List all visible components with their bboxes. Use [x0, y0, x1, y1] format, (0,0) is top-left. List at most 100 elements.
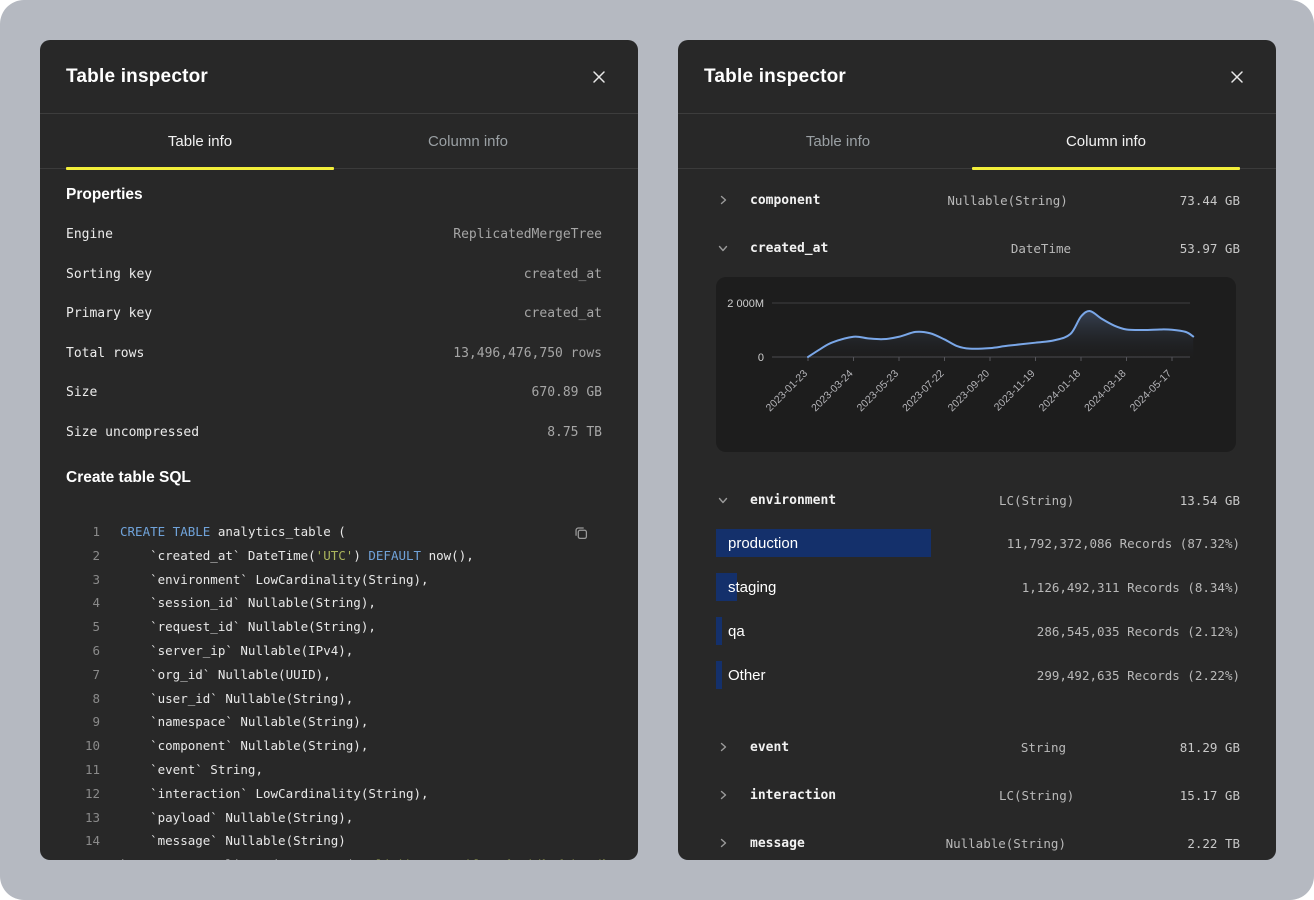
chart-x-tick-label: 2023-11-19 [992, 368, 1038, 414]
column-row-environment[interactable]: environmentLC(String)13.54 GB [678, 476, 1276, 524]
chevron-right-icon [718, 742, 750, 752]
tab-table-info[interactable]: Table info [704, 114, 972, 168]
property-value: created_at [524, 306, 602, 321]
sql-code-text: `namespace` Nullable(String), [120, 710, 368, 734]
column-size: 13.54 GB [1074, 493, 1240, 508]
env-value-label: qa [728, 623, 1037, 640]
column-row-interaction[interactable]: interactionLC(String)15.17 GB [678, 771, 1276, 819]
sql-line: 9 `namespace` Nullable(String), [66, 710, 602, 734]
column-rows: componentNullable(String)73.44 GBcreated… [678, 169, 1276, 860]
table-inspector-modal-column-info: Table inspector Table info Column info c… [678, 40, 1276, 860]
chart-x-tick-label: 2023-05-23 [855, 368, 902, 415]
column-row-event[interactable]: eventString81.29 GB [678, 723, 1276, 771]
column-size: 15.17 GB [1074, 788, 1240, 803]
tab-column-info[interactable]: Column info [972, 114, 1240, 168]
sql-token: `org_id` Nullable(UUID), [120, 667, 331, 682]
sql-code-lines: 1CREATE TABLE analytics_table (2 `create… [66, 520, 602, 860]
sql-code-text: `interaction` LowCardinality(String), [120, 782, 429, 806]
chevron-right-icon [718, 195, 750, 205]
sql-token: = ReplicatedMergeTree( [180, 857, 353, 860]
property-row: Primary keycreated_at [66, 294, 602, 334]
sql-code-text: `request_id` Nullable(String), [120, 615, 376, 639]
modal-title: Table inspector [66, 66, 208, 88]
chart-y-tick-label: 2 000M [727, 298, 764, 310]
env-value-bar [716, 617, 722, 645]
sql-token: `event` String, [120, 762, 263, 777]
sql-token: '/clickhouse/tables/{uuid}/{shard}' [353, 857, 616, 860]
sql-token: `interaction` LowCardinality(String), [120, 786, 429, 801]
line-number: 9 [66, 710, 100, 734]
column-type: LC(String) [836, 788, 1074, 803]
column-type: Nullable(String) [816, 836, 1066, 851]
sql-line: 5 `request_id` Nullable(String), [66, 615, 602, 639]
tab-bar: Table info Column info [40, 114, 638, 169]
property-value: ReplicatedMergeTree [453, 227, 602, 242]
line-number: 13 [66, 806, 100, 830]
line-number: 2 [66, 544, 100, 568]
line-number: 1 [66, 520, 100, 544]
sql-line: 11 `event` String, [66, 758, 602, 782]
sql-token: `server_ip` Nullable(IPv4), [120, 643, 353, 658]
chevron-down-icon [718, 495, 750, 505]
chevron-right-icon [718, 790, 750, 800]
sql-token: `namespace` Nullable(String), [120, 714, 368, 729]
tab-label: Table info [168, 133, 232, 150]
sql-code-text: ) ENGINE = ReplicatedMergeTree('/clickho… [120, 853, 624, 860]
sql-token: , [617, 857, 625, 860]
property-value: 670.89 GB [532, 385, 602, 400]
env-value-label: production [728, 535, 1007, 552]
close-button[interactable] [588, 66, 610, 88]
env-value-records: 286,545,035 Records (2.12%) [1037, 624, 1240, 639]
column-size: 81.29 GB [1066, 740, 1240, 755]
sql-token: DEFAULT [368, 548, 421, 563]
create-table-sql-heading: Create table SQL [66, 458, 602, 498]
env-value-row: qa286,545,035 Records (2.12%) [716, 617, 1240, 645]
chart-x-tick-label: 2023-03-24 [809, 368, 856, 415]
sql-line: 3 `environment` LowCardinality(String), [66, 568, 602, 592]
property-value: 8.75 TB [547, 425, 602, 440]
column-row-created_at[interactable]: created_atDateTime53.97 GB [678, 224, 1276, 272]
property-row: Size670.89 GB [66, 373, 602, 413]
modal-title: Table inspector [704, 66, 846, 88]
tab-column-info[interactable]: Column info [334, 114, 602, 168]
sql-code-text: `event` String, [120, 758, 263, 782]
sql-line: 14 `message` Nullable(String) [66, 829, 602, 853]
chart-x-tick-label: 2024-01-18 [1037, 368, 1084, 415]
tab-label: Column info [428, 133, 508, 150]
env-value-records: 11,792,372,086 Records (87.32%) [1007, 536, 1240, 551]
line-number: 5 [66, 615, 100, 639]
env-value-records: 299,492,635 Records (2.22%) [1037, 668, 1240, 683]
chart-x-tick-label: 2023-09-20 [946, 368, 993, 415]
chart-x-tick-label: 2024-05-17 [1128, 368, 1175, 415]
sql-code-text: `payload` Nullable(String), [120, 806, 353, 830]
sql-line: 4 `session_id` Nullable(String), [66, 591, 602, 615]
column-row-message[interactable]: messageNullable(String)2.22 TB [678, 819, 1276, 860]
property-row: Sorting keycreated_at [66, 255, 602, 295]
modal-header: Table inspector [40, 40, 638, 114]
sql-token: `session_id` Nullable(String), [120, 595, 376, 610]
env-value-row: Other299,492,635 Records (2.22%) [716, 661, 1240, 689]
copy-sql-button[interactable] [570, 522, 592, 544]
sql-code-text: `user_id` Nullable(String), [120, 687, 353, 711]
column-name: component [750, 193, 820, 208]
sql-token: 'UTC' [316, 548, 354, 563]
property-label: Sorting key [66, 267, 152, 282]
tab-table-info[interactable]: Table info [66, 114, 334, 168]
sql-token: ) [120, 857, 135, 860]
column-name: environment [750, 493, 836, 508]
chevron-right-icon [718, 838, 750, 848]
chart-x-tick-label: 2023-01-23 [764, 368, 811, 415]
property-label: Size uncompressed [66, 425, 199, 440]
tab-label: Column info [1066, 133, 1146, 150]
tab-label: Table info [806, 133, 870, 150]
column-row-component[interactable]: componentNullable(String)73.44 GB [678, 176, 1276, 224]
sql-token: `created_at` DateTime( [120, 548, 316, 563]
properties-heading: Properties [66, 175, 602, 215]
close-button[interactable] [1226, 66, 1248, 88]
sql-token: analytics_table ( [210, 524, 345, 539]
property-row: Size uncompressed 8.75 TB [66, 413, 602, 453]
line-number: 8 [66, 687, 100, 711]
sql-line: 15) ENGINE = ReplicatedMergeTree('/click… [66, 853, 602, 860]
sql-code-text: `message` Nullable(String) [120, 829, 346, 853]
line-number: 3 [66, 568, 100, 592]
